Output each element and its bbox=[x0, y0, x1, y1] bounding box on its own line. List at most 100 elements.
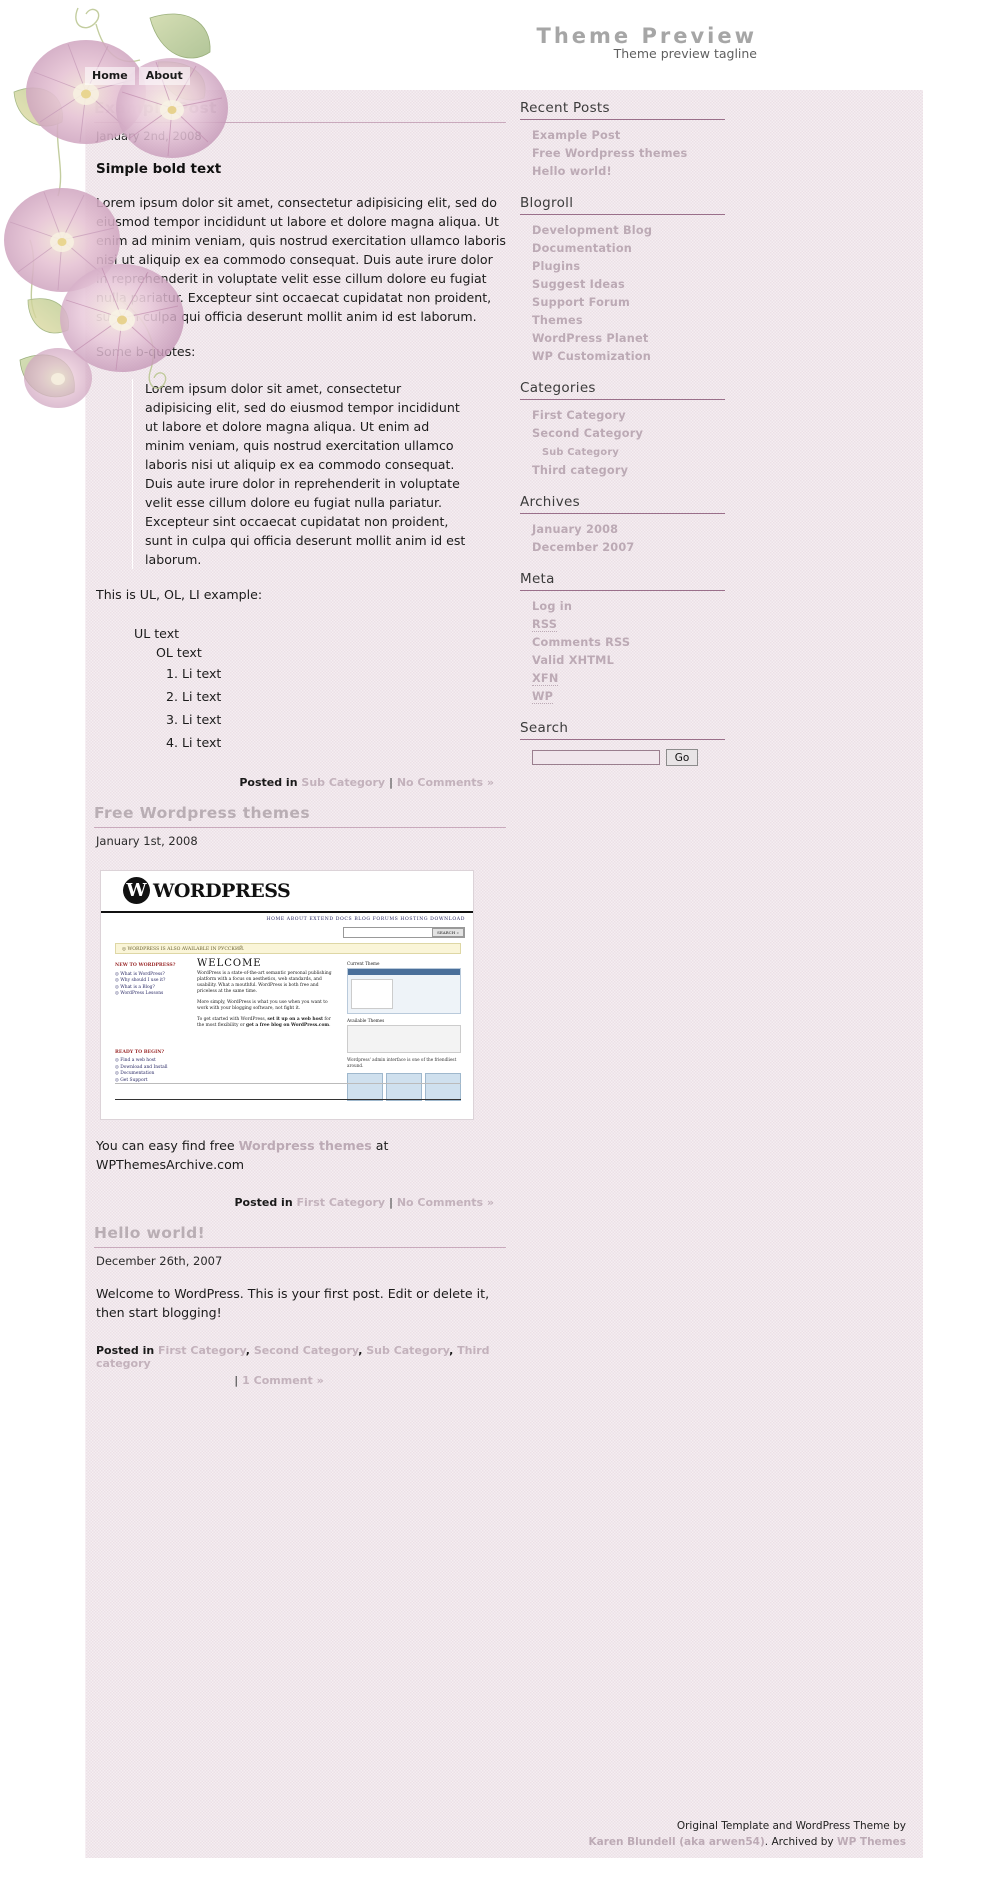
list-item: Comments RSS bbox=[520, 634, 810, 652]
wordpress-logo-icon: W bbox=[123, 877, 150, 904]
sidebar-link[interactable]: December 2007 bbox=[532, 541, 634, 554]
sidebar: Recent Posts Example Post Free Wordpress… bbox=[520, 100, 810, 780]
list-item: Development Blog bbox=[520, 222, 810, 240]
list-item: January 2008 bbox=[520, 521, 810, 539]
sidebar-link[interactable]: First Category bbox=[532, 409, 626, 422]
nav-item-home[interactable]: Home bbox=[85, 67, 135, 85]
widget-list: January 2008 December 2007 bbox=[520, 521, 810, 557]
post-caption: You can easy find free Wordpress themes … bbox=[96, 1136, 506, 1174]
screenshot-thumb bbox=[347, 1073, 383, 1101]
post-date: December 26th, 2007 bbox=[96, 1254, 223, 1268]
list-item: Li text bbox=[182, 708, 506, 731]
post-blockquote: Lorem ipsum dolor sit amet, consectetur … bbox=[132, 379, 471, 569]
post-body: Lorem ipsum dolor sit amet, consectetur … bbox=[96, 195, 506, 324]
screenshot-thumb bbox=[386, 1073, 422, 1101]
post-title[interactable]: Example Post bbox=[94, 90, 506, 123]
list-item: UL text bbox=[134, 626, 180, 641]
widget-list: Example Post Free Wordpress themes Hello… bbox=[520, 127, 810, 181]
sidebar-link[interactable]: Themes bbox=[532, 314, 583, 327]
post-hello-world: Hello world! December 26th, 2007 Welcome… bbox=[94, 1215, 506, 1387]
post-title[interactable]: Hello world! bbox=[94, 1215, 506, 1248]
post-meta: Posted in Sub Category | No Comments » bbox=[94, 776, 494, 789]
demo-ordered-list: Li text Li text Li text Li text bbox=[182, 662, 506, 754]
sidebar-link[interactable]: Development Blog bbox=[532, 224, 652, 237]
meta-separator: | bbox=[234, 1374, 239, 1387]
sidebar-link[interactable]: Suggest Ideas bbox=[532, 278, 625, 291]
posted-in-label: Posted in bbox=[234, 1196, 293, 1209]
sidebar-link[interactable]: Support Forum bbox=[532, 296, 630, 309]
screenshot-main-column: WELCOME WordPress is a state-of-the-art … bbox=[197, 958, 337, 1029]
post-comments-link[interactable]: 1 Comment » bbox=[242, 1374, 324, 1387]
sidebar-link[interactable]: Valid XHTML bbox=[532, 654, 614, 667]
screenshot-welcome-heading: WELCOME bbox=[197, 958, 262, 969]
list-item: Themes bbox=[520, 312, 810, 330]
sidebar-link[interactable]: Second Category bbox=[532, 427, 643, 440]
post-comments-link[interactable]: No Comments » bbox=[397, 776, 494, 789]
sidebar-link[interactable]: WP bbox=[532, 690, 554, 704]
screenshot-bold-link: set it up on a web host bbox=[267, 1017, 324, 1022]
footer-wp-themes-link[interactable]: WP Themes bbox=[837, 1836, 906, 1848]
caption-link[interactable]: Wordpress themes bbox=[239, 1138, 372, 1153]
primary-navigation: Home About bbox=[85, 67, 190, 85]
widget-title: Meta bbox=[520, 571, 725, 591]
sidebar-link[interactable]: Hello world! bbox=[532, 165, 612, 178]
sidebar-link[interactable]: Documentation bbox=[532, 242, 632, 255]
post-category-link[interactable]: First Category bbox=[158, 1344, 246, 1357]
site-title: Theme Preview bbox=[536, 24, 757, 48]
nav-item-about[interactable]: About bbox=[138, 67, 190, 85]
list-item: Plugins bbox=[520, 258, 810, 276]
post-title[interactable]: Free Wordpress themes bbox=[94, 795, 506, 828]
sidebar-link[interactable]: Example Post bbox=[532, 129, 621, 142]
sidebar-link[interactable]: WP Customization bbox=[532, 350, 651, 363]
post-comments-link[interactable]: No Comments » bbox=[397, 1196, 494, 1209]
sidebar-link[interactable]: Comments RSS bbox=[532, 636, 630, 649]
post-category-link[interactable]: Sub Category bbox=[366, 1344, 449, 1357]
sidebar-link[interactable]: Log in bbox=[532, 600, 572, 613]
posted-in-label: Posted in bbox=[96, 1344, 155, 1357]
list-item: Documentation bbox=[520, 240, 810, 258]
caption-text-before: You can easy find free bbox=[96, 1138, 239, 1153]
sidebar-link[interactable]: XFN bbox=[532, 672, 559, 686]
sidebar-link[interactable]: Free Wordpress themes bbox=[532, 147, 687, 160]
widget-recent-posts: Recent Posts Example Post Free Wordpress… bbox=[520, 100, 810, 181]
site-tagline: Theme preview tagline bbox=[613, 46, 757, 61]
footer-mid-text: . Archived by bbox=[764, 1836, 837, 1848]
post-example-post: Example Post January 2nd, 2008 Simple bo… bbox=[94, 90, 506, 789]
wordpress-logo-text: WORDPRESS bbox=[153, 880, 291, 902]
list-item: WP bbox=[520, 688, 810, 706]
widget-meta: Meta Log in RSS Comments RSS Valid XHTML… bbox=[520, 571, 810, 706]
sidebar-link[interactable]: Third category bbox=[532, 464, 628, 477]
meta-separator: | bbox=[388, 1196, 393, 1209]
sidebar-link[interactable]: Plugins bbox=[532, 260, 580, 273]
widget-title: Blogroll bbox=[520, 195, 725, 215]
blockquote-intro: Some b-quotes: bbox=[96, 344, 196, 359]
list-item: First Category bbox=[520, 407, 810, 425]
screenshot-language-banner: ◎ WORDPRESS IS ALSO AVAILABLE IN РУССКИЙ… bbox=[115, 943, 461, 954]
sidebar-link[interactable]: RSS bbox=[532, 618, 558, 632]
widget-categories: Categories First Category Second Categor… bbox=[520, 380, 810, 480]
widget-list: First Category Second Category Sub Categ… bbox=[520, 407, 810, 480]
screenshot-text: . bbox=[329, 1023, 331, 1028]
screenshot-available-themes-panel bbox=[347, 1025, 461, 1053]
search-submit-button[interactable]: Go bbox=[666, 749, 698, 766]
screenshot-left-heading: NEW TO WORDPRESS? bbox=[115, 963, 176, 968]
sidebar-link[interactable]: January 2008 bbox=[532, 523, 618, 536]
widget-title: Search bbox=[520, 720, 725, 740]
demo-nested-list: OL text Li text Li text Li text Li text bbox=[156, 643, 506, 754]
screenshot-divider bbox=[115, 1083, 461, 1084]
list-item: Li text bbox=[182, 662, 506, 685]
list-item: Support Forum bbox=[520, 294, 810, 312]
post-category-link[interactable]: First Category bbox=[297, 1196, 386, 1209]
widget-list: Log in RSS Comments RSS Valid XHTML XFN … bbox=[520, 598, 810, 706]
post-category-link[interactable]: Sub Category bbox=[301, 776, 385, 789]
list-item: Log in bbox=[520, 598, 810, 616]
post-category-link[interactable]: Second Category bbox=[254, 1344, 358, 1357]
screenshot-panel-bar bbox=[348, 969, 460, 975]
widget-title: Categories bbox=[520, 380, 725, 400]
sidebar-link[interactable]: WordPress Planet bbox=[532, 332, 648, 345]
screenshot-text: To get started with WordPress, bbox=[197, 1017, 268, 1022]
search-input[interactable] bbox=[532, 750, 660, 765]
list-item: Free Wordpress themes bbox=[520, 145, 810, 163]
screenshot-paragraph: To get started with WordPress, set it up… bbox=[197, 1017, 337, 1029]
sidebar-link[interactable]: Sub Category bbox=[542, 447, 619, 458]
